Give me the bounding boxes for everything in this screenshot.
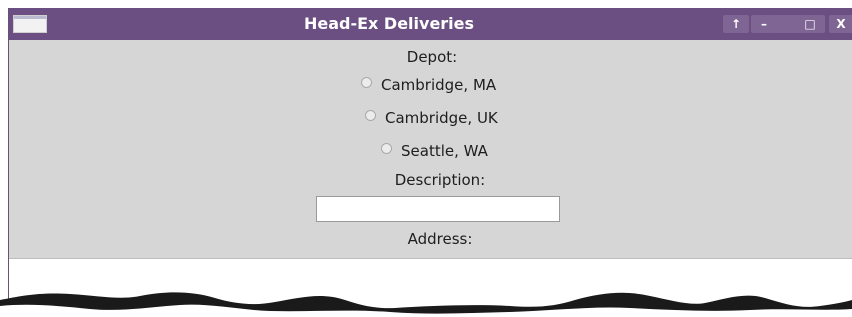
depot-option-label: Seattle, WA: [401, 142, 488, 160]
depot-label: Depot:: [406, 48, 458, 66]
depot-option-cambridge-ma[interactable]: Cambridge, MA: [361, 76, 496, 98]
minimize-button[interactable]: –: [753, 15, 775, 33]
description-input[interactable]: [316, 196, 560, 222]
maximize-button[interactable]: □: [799, 15, 821, 33]
window-title: Head-Ex Deliveries: [303, 14, 475, 33]
title-bar[interactable]: Head-Ex Deliveries ↑ – □ X: [9, 8, 852, 40]
shade-up-button[interactable]: ↑: [723, 15, 749, 33]
close-button[interactable]: X: [829, 15, 852, 33]
application-window: Head-Ex Deliveries ↑ – □ X Depot: Cambri…: [8, 8, 852, 317]
depot-option-seattle-wa[interactable]: Seattle, WA: [381, 142, 488, 164]
address-label: Address:: [407, 230, 473, 248]
depot-option-label: Cambridge, MA: [381, 76, 497, 94]
depot-option-label: Cambridge, UK: [385, 109, 498, 127]
address-text-area[interactable]: [9, 258, 852, 317]
window-menu-icon[interactable]: [13, 15, 47, 33]
depot-option-cambridge-uk[interactable]: Cambridge, UK: [365, 109, 498, 131]
radio-button-icon[interactable]: [381, 143, 392, 154]
description-label: Description:: [394, 171, 486, 189]
radio-button-icon[interactable]: [361, 77, 372, 88]
radio-button-icon[interactable]: [365, 110, 376, 121]
